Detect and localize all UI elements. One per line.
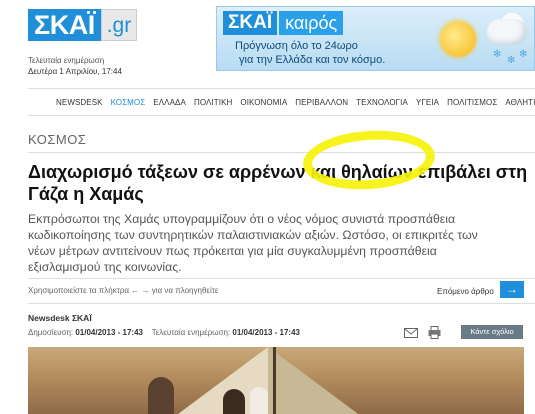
last-updated-date: Δευτέρα 1 Απριλίου, 17:44 xyxy=(28,67,122,76)
published-label: Δημοσίευση: xyxy=(28,328,74,337)
comment-button[interactable]: Κάντε σχόλιο xyxy=(461,325,523,339)
nav-item-3[interactable]: ΠΟΛΙΤΙΚΗ xyxy=(190,98,236,107)
nav-item-9[interactable]: ΑΘΛΗΤΙΣΜ xyxy=(501,98,535,107)
photo-tent-pole xyxy=(273,347,276,414)
article-lead: Εκπρόσωποι της Χαμάς υπογραμμίζουν ότι ο… xyxy=(28,212,478,274)
sun-icon xyxy=(440,21,476,57)
logo-domain-text: .gr xyxy=(100,9,138,41)
article-dates: Δημοσίευση: 01/04/2013 - 17:43 Τελευταία… xyxy=(28,328,300,337)
weather-banner[interactable]: ΣΚΑΪ καιρός Πρόγνωση όλο το 24ωρο για τη… xyxy=(216,6,535,71)
nav-item-1[interactable]: ΚΟΣΜΟΣ xyxy=(107,98,150,107)
nav-item-5[interactable]: ΠΕΡΙΒΑΛΛΟΝ xyxy=(291,98,352,107)
meta-divider xyxy=(28,303,535,304)
nav-item-0[interactable]: NEWSDESK xyxy=(28,98,107,107)
snowflake-icon: ✻ xyxy=(507,55,516,66)
skai-logo[interactable]: ΣΚΑΪ .gr xyxy=(28,9,156,41)
section-title: ΚΟΣΜΟΣ xyxy=(28,132,87,147)
snowflake-icon: ✻ xyxy=(493,49,502,60)
article-headline: Διαχωρισμό τάξεων σε αρρένων και θηλαίων… xyxy=(28,162,528,204)
updated-value: 01/04/2013 - 17:43 xyxy=(232,328,300,337)
cloud-icon xyxy=(487,19,527,45)
nav-item-6[interactable]: ΤΕΧΝΟΛΟΓΙΑ xyxy=(352,98,412,107)
updated-label: Τελευταία ενημέρωση: xyxy=(151,328,231,337)
lead-divider xyxy=(28,278,535,279)
nav-item-7[interactable]: ΥΓΕΙΑ xyxy=(412,98,443,107)
keyboard-nav-hint: Χρησιμοποιείστε τα πλήκτρα ← → για να πλ… xyxy=(28,286,219,295)
next-article-label[interactable]: Επόμενο άρθρο xyxy=(437,287,494,296)
weather-logo: ΣΚΑΪ καιρός xyxy=(223,11,344,35)
published-value: 01/04/2013 - 17:43 xyxy=(75,328,143,337)
article-author[interactable]: Newsdesk ΣΚΑΪ xyxy=(28,313,92,323)
weather-logo-main: ΣΚΑΪ xyxy=(223,11,278,35)
logo-main-text: ΣΚΑΪ xyxy=(28,9,101,41)
weather-logo-sub: καιρός xyxy=(279,11,344,35)
photo-person xyxy=(250,387,268,414)
photo-person xyxy=(223,389,245,414)
weather-tagline-2: για την Ελλάδα και τον κόσμο. xyxy=(239,54,386,66)
email-icon[interactable] xyxy=(404,328,418,338)
last-updated-label: Τελευταία ενημέρωση xyxy=(28,56,105,65)
section-divider xyxy=(28,152,535,153)
main-nav: NEWSDESK ΚΟΣΜΟΣ ΕΛΛΑΔΑ ΠΟΛΙΤΙΚΗ ΟΙΚΟΝΟΜΙΑ ΠΕΡ… xyxy=(28,88,535,116)
site-header: ΣΚΑΪ .gr Τελευταία ενημέρωση Δευτέρα 1 Α… xyxy=(0,0,535,86)
next-article-button[interactable]: → xyxy=(500,281,524,298)
snowflake-icon: ✻ xyxy=(519,49,528,60)
nav-item-4[interactable]: ΟΙΚΟΝΟΜΙΑ xyxy=(236,98,291,107)
article-photo xyxy=(28,347,524,414)
print-icon[interactable] xyxy=(428,326,441,339)
nav-item-8[interactable]: ΠΟΛΙΤΙΣΜΟΣ xyxy=(443,98,501,107)
photo-person xyxy=(148,377,174,414)
weather-tagline-1: Πρόγνωση όλο το 24ωρο xyxy=(235,40,358,52)
nav-item-2[interactable]: ΕΛΛΑΔΑ xyxy=(149,98,190,107)
photo-tent-shadow xyxy=(268,347,358,414)
